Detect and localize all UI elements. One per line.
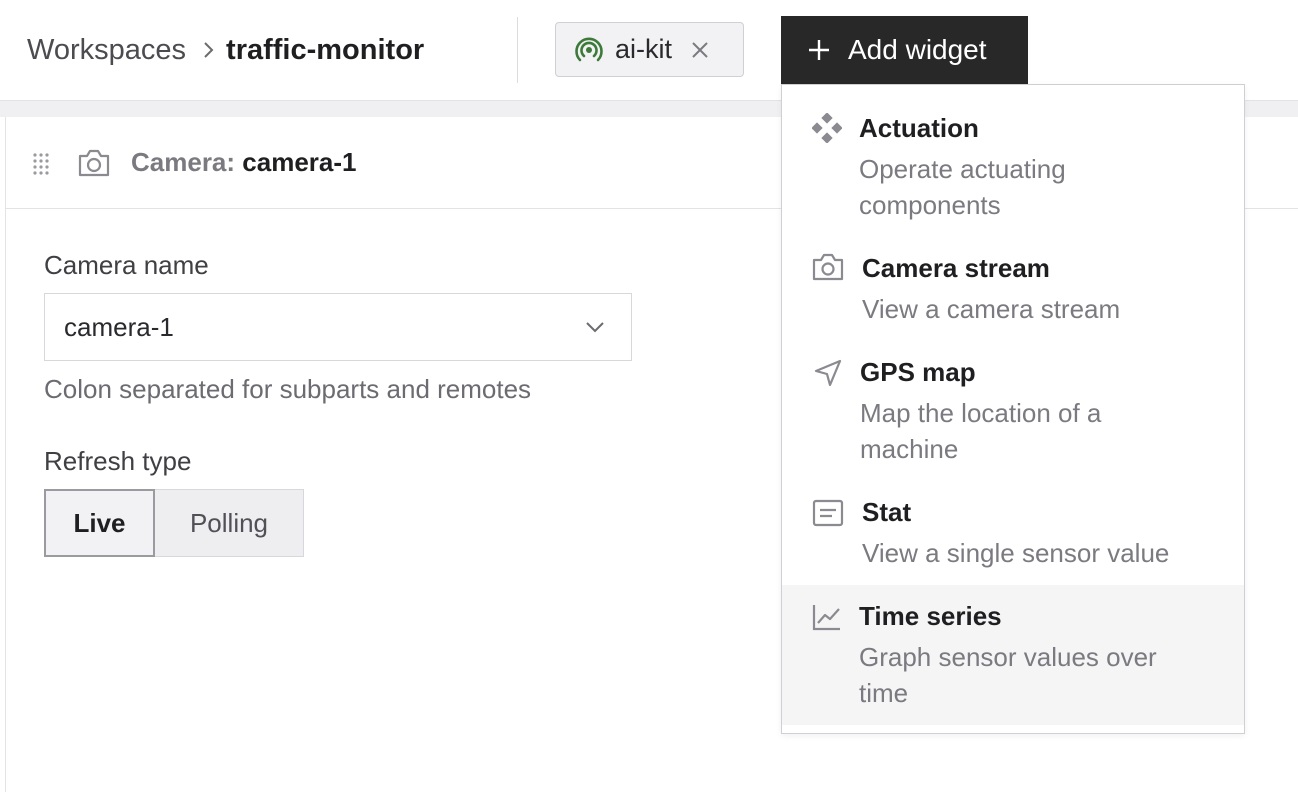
menu-item-camera-stream[interactable]: Camera stream View a camera stream: [782, 233, 1244, 337]
menu-item-desc: machine: [860, 434, 959, 464]
add-widget-button[interactable]: Add widget: [781, 16, 1028, 84]
add-widget-menu: Actuation Operate actuating components C…: [781, 84, 1245, 734]
menu-item-desc: Graph sensor values over: [859, 642, 1157, 672]
menu-item-stat[interactable]: Stat View a single sensor value: [782, 477, 1244, 585]
line-chart-icon: [812, 603, 842, 631]
machine-chip[interactable]: ai-kit: [555, 22, 744, 77]
camera-icon: [812, 253, 844, 281]
menu-item-desc: time: [859, 678, 909, 708]
menu-item-time-series[interactable]: Time series Graph sensor values over tim…: [782, 585, 1244, 725]
add-widget-label: Add widget: [848, 34, 987, 65]
camera-name-label: Camera name: [44, 250, 209, 280]
camera-name-value: camera-1: [64, 311, 174, 342]
camera-name-select[interactable]: camera-1: [44, 293, 632, 361]
divider: [517, 17, 518, 83]
close-icon[interactable]: [691, 41, 709, 59]
menu-item-gps-map[interactable]: GPS map Map the location of a machine: [782, 337, 1244, 477]
text-box-icon: [812, 499, 844, 527]
machine-chip-label: ai-kit: [615, 34, 673, 64]
refresh-type-toggle: Live Polling: [44, 489, 304, 557]
breadcrumb: Workspaces traffic-monitor: [27, 30, 424, 70]
card-title-prefix: Camera:: [131, 147, 236, 177]
online-signal-icon: [575, 36, 603, 64]
breadcrumb-workspaces-link[interactable]: Workspaces: [27, 34, 186, 67]
breadcrumb-current: traffic-monitor: [226, 33, 425, 66]
chevron-right-icon: [202, 40, 216, 60]
card-title: Camera: camera-1: [131, 147, 357, 178]
menu-item-title: Camera stream: [862, 253, 1050, 283]
menu-item-title: Time series: [859, 601, 1002, 631]
menu-item-desc: View a single sensor value: [862, 538, 1170, 568]
menu-item-desc: components: [859, 190, 1001, 220]
chevron-down-icon: [585, 321, 605, 333]
camera-name-helper: Colon separated for subparts and remotes: [44, 374, 532, 404]
drag-handle-icon[interactable]: [33, 153, 49, 175]
menu-item-desc: Map the location of a: [860, 398, 1102, 428]
gamepad-icon: [812, 113, 842, 143]
refresh-live-button[interactable]: Live: [44, 489, 155, 557]
card-title-name: camera-1: [242, 147, 357, 177]
refresh-polling-button[interactable]: Polling: [155, 489, 304, 557]
menu-item-desc: View a camera stream: [862, 294, 1121, 324]
menu-item-actuation[interactable]: Actuation Operate actuating components: [782, 85, 1244, 233]
navigation-arrow-icon: [814, 359, 842, 387]
refresh-type-label: Refresh type: [44, 446, 192, 476]
plus-icon: [808, 39, 830, 61]
menu-item-title: Stat: [862, 497, 912, 527]
menu-item-desc: Operate actuating: [859, 154, 1066, 184]
menu-item-title: Actuation: [859, 113, 979, 143]
menu-item-title: GPS map: [860, 357, 976, 387]
camera-icon: [77, 148, 111, 178]
